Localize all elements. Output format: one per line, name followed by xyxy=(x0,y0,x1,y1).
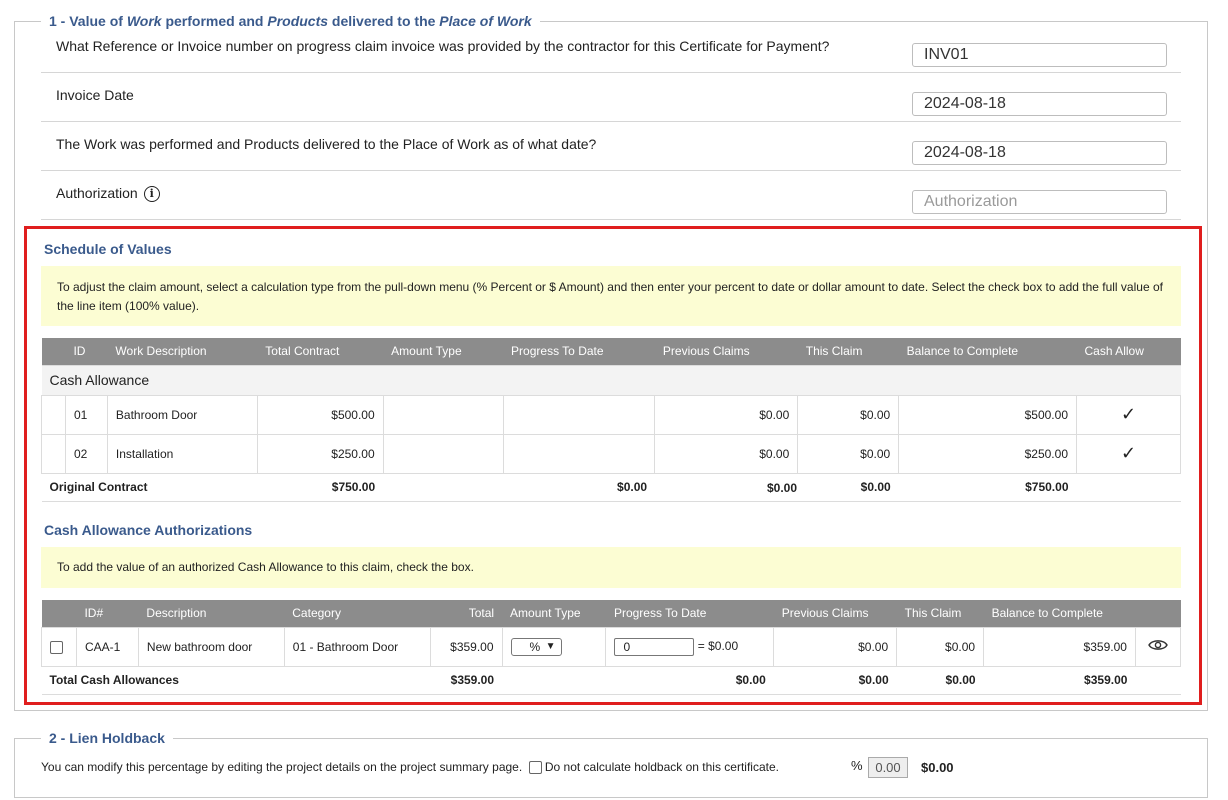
row-amount-type xyxy=(382,433,504,474)
total-progress: $0.00 xyxy=(605,666,774,695)
authorization-input[interactable]: Authorization xyxy=(912,190,1167,214)
row-this-claim: $0.00 xyxy=(896,626,985,667)
info-icon[interactable]: i xyxy=(143,186,160,203)
row-balance: $250.00 xyxy=(898,433,1077,474)
row-id: CAA-1 xyxy=(75,626,139,667)
col-amount-type: Amount Type xyxy=(383,338,504,365)
section-lien-holdback: 2 - Lien Holdback You can modify this pe… xyxy=(14,730,1208,798)
no-holdback-checkbox[interactable] xyxy=(528,761,542,775)
caa-title: Cash Allowance Authorizations xyxy=(44,522,253,538)
total-balance: $359.00 xyxy=(983,666,1136,695)
sov-title: Schedule of Values xyxy=(44,241,172,257)
col-balance-to-complete: Balance to Complete xyxy=(898,338,1077,365)
work-date-input[interactable]: 2024-08-18 xyxy=(912,141,1167,165)
table-row: CAA-1 New bathroom door 01 - Bathroom Do… xyxy=(41,626,1182,667)
percent-symbol: % xyxy=(851,758,863,773)
caa-note: To add the value of an authorized Cash A… xyxy=(41,547,1181,588)
col-total: Total xyxy=(430,600,503,627)
sov-note: To adjust the claim amount, select a cal… xyxy=(41,266,1181,326)
col-cash-allow: Cash Allow xyxy=(1076,338,1181,365)
question-label: The Work was performed and Products deli… xyxy=(56,136,597,152)
row-progress xyxy=(502,394,656,435)
question-label: What Reference or Invoice number on prog… xyxy=(56,38,830,54)
progress-calc: = $0.00 xyxy=(697,638,739,653)
total-balance: $750.00 xyxy=(898,473,1077,502)
row-previous: $0.00 xyxy=(773,626,898,667)
row-id: 02 xyxy=(64,433,108,474)
row-previous: $0.00 xyxy=(654,433,799,474)
row-previous: $0.00 xyxy=(654,394,799,435)
row-total: $359.00 xyxy=(429,626,503,667)
sov-table: ID Work Description Total Contract Amoun… xyxy=(41,338,1181,502)
chevron-down-icon: ▼ xyxy=(545,640,556,652)
question-invoice-date: Invoice Date 2024-08-18 xyxy=(41,73,1181,122)
total-previous: $0.00 xyxy=(773,666,897,695)
total-row: Total Cash Allowances $359.00 $0.00 $0.0… xyxy=(41,666,1181,695)
question-label: Invoice Date xyxy=(56,87,134,103)
total-contract: $750.00 xyxy=(257,473,384,502)
total-this-claim: $0.00 xyxy=(896,666,984,695)
invoice-date-input[interactable]: 2024-08-18 xyxy=(912,92,1167,116)
row-this-claim: $0.00 xyxy=(797,394,900,435)
group-row: Cash Allowance xyxy=(41,364,1181,396)
invoice-number-input[interactable]: INV01 xyxy=(912,43,1167,67)
total-row: Original Contract $750.00 $0.00 $0.00 $7… xyxy=(41,473,1181,502)
col-id: ID# xyxy=(76,600,139,627)
col-progress-to-date: Progress To Date xyxy=(605,600,774,627)
col-id: ID xyxy=(65,338,108,365)
caa-table: ID# Description Category Total Amount Ty… xyxy=(41,600,1182,695)
row-id: 01 xyxy=(64,394,108,435)
total-total: $359.00 xyxy=(430,666,503,695)
col-amount-type: Amount Type xyxy=(502,600,606,627)
row-total: $250.00 xyxy=(256,433,384,474)
col-balance-to-complete: Balance to Complete xyxy=(983,600,1136,627)
no-holdback-label: Do not calculate holdback on this certif… xyxy=(544,760,779,774)
question-invoice-number: What Reference or Invoice number on prog… xyxy=(41,24,1181,73)
lien-text: You can modify this percentage by editin… xyxy=(41,760,779,775)
row-progress xyxy=(502,433,656,474)
row-balance: $359.00 xyxy=(983,626,1136,667)
check-icon: ✓ xyxy=(1120,404,1137,424)
col-total-contract: Total Contract xyxy=(257,338,384,365)
row-balance: $500.00 xyxy=(898,394,1077,435)
check-icon: ✓ xyxy=(1120,443,1137,463)
highlight-box: Schedule of Values To adjust the claim a… xyxy=(24,226,1202,705)
col-work-description: Work Description xyxy=(107,338,258,365)
caa-select-checkbox[interactable] xyxy=(50,640,63,654)
row-category: 01 - Bathroom Door xyxy=(283,626,431,667)
amount-type-select[interactable]: % ▼ xyxy=(510,637,562,656)
holdback-percent-input[interactable]: 0.00 xyxy=(868,757,908,778)
table-row: 02 Installation $250.00 $0.00 $0.00 $250… xyxy=(41,433,1181,474)
group-label: Cash Allowance xyxy=(41,364,1181,396)
total-label: Original Contract xyxy=(41,473,258,502)
row-description: Bathroom Door xyxy=(106,394,258,435)
question-authorization: Authorization i Authorization xyxy=(41,171,1181,220)
total-this-claim: $0.00 xyxy=(797,473,899,502)
question-label: Authorization i xyxy=(56,171,160,216)
total-label: Total Cash Allowances xyxy=(41,666,431,695)
col-previous-claims: Previous Claims xyxy=(654,338,798,365)
row-description: New bathroom door xyxy=(137,626,285,667)
col-this-claim: This Claim xyxy=(797,338,899,365)
col-previous-claims: Previous Claims xyxy=(773,600,897,627)
question-work-date: The Work was performed and Products deli… xyxy=(41,122,1181,171)
col-this-claim: This Claim xyxy=(896,600,984,627)
section-2-legend: 2 - Lien Holdback xyxy=(41,730,173,746)
eye-icon[interactable] xyxy=(1148,638,1168,652)
row-amount-type xyxy=(382,394,504,435)
row-this-claim: $0.00 xyxy=(797,433,900,474)
col-category: Category xyxy=(284,600,431,627)
table-row: 01 Bathroom Door $500.00 $0.00 $0.00 $50… xyxy=(41,394,1181,435)
col-progress-to-date: Progress To Date xyxy=(503,338,655,365)
col-description: Description xyxy=(138,600,285,627)
holdback-amount: $0.00 xyxy=(921,760,954,775)
row-total: $500.00 xyxy=(256,394,384,435)
row-description: Installation xyxy=(106,433,258,474)
total-previous: $0.00 xyxy=(766,481,797,495)
progress-input[interactable]: 0 xyxy=(614,637,695,656)
